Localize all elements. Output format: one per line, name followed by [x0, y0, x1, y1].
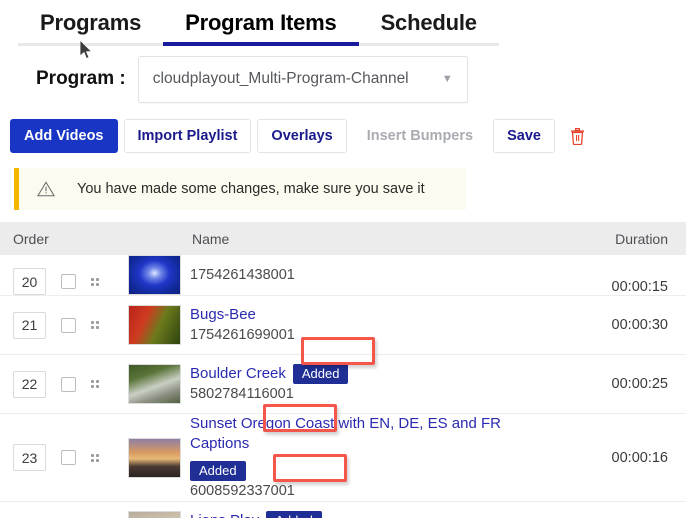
name-block: 1754261438001 — [190, 265, 295, 285]
table-row[interactable]: 20 1754261438001 00:00:15 — [0, 255, 686, 296]
tab-schedule-label: Schedule — [380, 10, 477, 35]
overlays-button[interactable]: Overlays — [257, 119, 347, 153]
name-block: Bugs-Bee 1754261699001 — [190, 305, 295, 345]
row-checkbox[interactable] — [61, 376, 76, 392]
duration-cell: 00:00:25 — [611, 376, 668, 392]
order-cell: 20 — [0, 268, 128, 295]
save-button[interactable]: Save — [493, 119, 555, 153]
tab-programs[interactable]: Programs — [18, 8, 164, 46]
add-videos-button[interactable]: Add Videos — [10, 119, 118, 153]
order-input[interactable]: 20 — [13, 268, 46, 295]
column-header-name: Name — [192, 230, 230, 247]
program-select[interactable]: cloudplayout_Multi-Program-Channel ▼ — [137, 55, 468, 103]
tab-program-items-label: Program Items — [185, 10, 337, 35]
video-id: 1754261438001 — [190, 267, 295, 283]
row-checkbox[interactable] — [61, 450, 76, 465]
row-checkbox[interactable] — [61, 317, 76, 333]
tab-underline — [18, 43, 164, 46]
order-input[interactable]: 23 — [13, 444, 46, 471]
duration-cell: 00:00:30 — [611, 317, 668, 333]
video-title[interactable]: Boulder Creek — [190, 364, 286, 384]
name-block: Boulder Creek Added 5802784116001 — [190, 364, 349, 404]
title-line: Boulder Creek Added — [190, 364, 349, 384]
trash-icon — [571, 127, 585, 145]
tab-underline-active — [163, 42, 359, 46]
drag-handle-icon[interactable] — [91, 453, 99, 462]
table-row[interactable]: 22 Boulder Creek Added 5802784116001 00:… — [0, 355, 686, 414]
order-cell: 22 — [0, 370, 128, 398]
table-row[interactable]: 21 Bugs-Bee 1754261699001 00:00:30 — [0, 296, 686, 355]
unsaved-changes-banner: You have made some changes, make sure yo… — [14, 168, 466, 210]
action-toolbar: Add Videos Import Playlist Overlays Inse… — [0, 106, 686, 158]
video-thumbnail — [128, 305, 181, 345]
banner-text: You have made some changes, make sure yo… — [77, 181, 425, 197]
main-tabs: Programs Program Items Schedule — [0, 0, 686, 46]
order-input[interactable]: 21 — [13, 311, 46, 339]
tab-program-items[interactable]: Program Items — [163, 8, 359, 46]
program-items-page: Programs Program Items Schedule Program … — [0, 0, 686, 518]
duration-cell: 00:00:16 — [611, 449, 668, 466]
tab-schedule[interactable]: Schedule — [358, 8, 499, 46]
row-checkbox[interactable] — [61, 274, 76, 289]
name-cell: Lions Play Added 5604123528001 — [128, 511, 560, 518]
name-cell: Boulder Creek Added 5802784116001 — [128, 364, 560, 404]
warning-triangle-icon — [37, 181, 55, 197]
video-id: 1754261699001 — [190, 327, 295, 343]
import-playlist-button[interactable]: Import Playlist — [123, 119, 252, 153]
title-line: Lions Play Added — [190, 511, 322, 518]
tab-underline — [358, 43, 499, 46]
table-row[interactable]: 24 Lions Play Added 5604123528001 00:00:… — [0, 502, 686, 518]
order-cell: 23 — [0, 444, 128, 471]
duration-cell: 00:00:15 — [611, 279, 668, 295]
drag-handle-icon[interactable] — [91, 277, 99, 286]
video-thumbnail — [128, 437, 181, 478]
video-title[interactable]: Bugs-Bee — [190, 305, 256, 325]
name-cell: Bugs-Bee 1754261699001 — [128, 305, 560, 345]
video-thumbnail — [128, 364, 181, 404]
name-block: Lions Play Added 5604123528001 — [190, 511, 322, 518]
status-badge: Added — [190, 461, 246, 481]
column-header-order: Order — [13, 230, 49, 247]
status-badge: Added — [292, 364, 349, 384]
chevron-down-icon: ▼ — [441, 73, 453, 85]
video-thumbnail — [128, 255, 181, 295]
table-row[interactable]: 23 Sunset Oregon Coast with EN, DE, ES a… — [0, 414, 686, 502]
table-body: 20 1754261438001 00:00:15 21 Bugs-Bee 17… — [0, 255, 686, 518]
drag-handle-icon[interactable] — [91, 380, 99, 388]
video-id: 6008592337001 — [190, 483, 295, 499]
order-input[interactable]: 22 — [13, 370, 46, 398]
column-header-duration: Duration — [615, 230, 668, 247]
insert-bumpers-button: Insert Bumpers — [352, 119, 488, 153]
program-items-table: Order Name Duration 20 1754261438001 00:… — [0, 222, 686, 518]
name-cell: 1754261438001 — [128, 255, 560, 295]
program-selector-row: Program : cloudplayout_Multi-Program-Cha… — [0, 46, 686, 106]
status-badge: Added — [266, 511, 322, 518]
order-cell: 21 — [0, 311, 128, 339]
program-select-value: cloudplayout_Multi-Program-Channel — [152, 70, 409, 87]
title-line: Bugs-Bee — [190, 305, 295, 325]
video-thumbnail — [128, 511, 181, 518]
delete-button[interactable] — [560, 119, 595, 153]
table-header-row: Order Name Duration — [0, 222, 686, 255]
video-id: 5802784116001 — [190, 386, 294, 402]
name-cell: Sunset Oregon Coast with EN, DE, ES and … — [128, 414, 560, 501]
tab-programs-label: Programs — [40, 10, 142, 35]
name-block: Sunset Oregon Coast with EN, DE, ES and … — [190, 414, 552, 501]
drag-handle-icon[interactable] — [91, 321, 99, 329]
video-title[interactable]: Lions Play — [190, 511, 259, 518]
program-label: Program : — [36, 68, 126, 89]
title-line: Sunset Oregon Coast with EN, DE, ES and … — [190, 414, 552, 481]
video-title[interactable]: Sunset Oregon Coast with EN, DE, ES and … — [190, 414, 552, 454]
